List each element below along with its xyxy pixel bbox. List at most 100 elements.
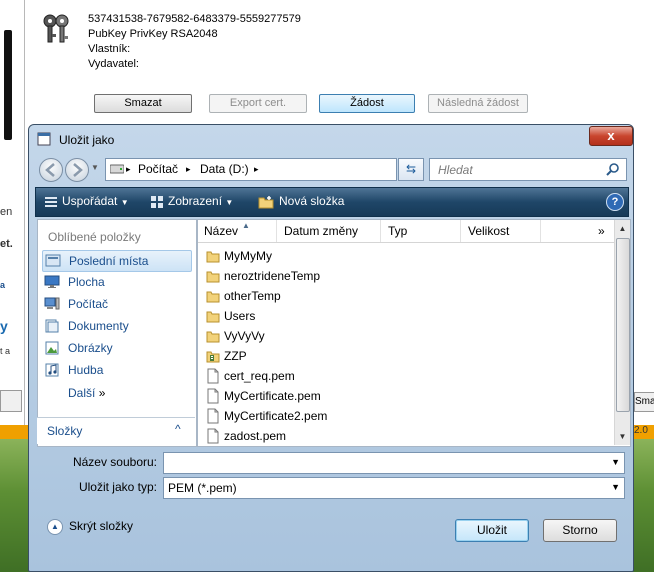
file-list-pane: Název ▲ Datum změny Typ Velikost » MyMyM… bbox=[197, 219, 631, 447]
delete-button[interactable]: Smazat bbox=[94, 94, 192, 113]
views-icon bbox=[151, 196, 163, 208]
file-name: otherTemp bbox=[224, 289, 281, 303]
left-fragment-5: t a bbox=[0, 346, 11, 356]
nav-item-label: Plocha bbox=[68, 275, 105, 289]
filetype-label: Uložit jako typ: bbox=[78, 480, 157, 494]
parent-side-graphic bbox=[4, 30, 12, 140]
refresh-button[interactable]: ⇆ bbox=[398, 158, 424, 181]
nav-item-computer[interactable]: Počítač bbox=[42, 294, 190, 314]
folders-label: Složky bbox=[47, 424, 83, 438]
file-row[interactable]: ZZP bbox=[202, 346, 602, 366]
close-button[interactable]: x bbox=[589, 126, 633, 146]
export-cert-button[interactable]: Export cert. bbox=[209, 94, 307, 113]
column-header-date[interactable]: Datum změny bbox=[284, 224, 358, 238]
file-name: neroztrideneTemp bbox=[224, 269, 321, 283]
forward-arrow-icon bbox=[73, 163, 83, 177]
parent-left-button[interactable] bbox=[0, 390, 22, 412]
folders-toggle-bar[interactable]: Složky ^ bbox=[37, 417, 195, 444]
column-separator[interactable] bbox=[276, 220, 277, 242]
new-folder-button[interactable]: Nová složka bbox=[279, 194, 344, 208]
file-row[interactable]: Users bbox=[202, 306, 602, 326]
organize-label: Uspořádat bbox=[62, 194, 118, 208]
search-icon[interactable] bbox=[606, 162, 620, 176]
left-fragment-3: a bbox=[0, 280, 6, 290]
orange-bar-fragment: 2.0 bbox=[634, 425, 648, 436]
save-as-dialog: Uložit jako x ▼ ▸ Počítač ▸ Data (D:) ▸ … bbox=[28, 124, 634, 572]
nav-item-pictures[interactable]: Obrázky bbox=[42, 338, 190, 358]
file-name: MyCertificate.pem bbox=[224, 389, 321, 403]
organize-button[interactable]: Uspořádat ▼ bbox=[62, 194, 129, 208]
folder-icon bbox=[206, 251, 220, 263]
pictures-icon bbox=[45, 341, 59, 355]
nav-item-desktop[interactable]: Plocha bbox=[42, 272, 190, 292]
organize-icon bbox=[45, 197, 57, 207]
dialog-titlebar[interactable]: Uložit jako x bbox=[29, 125, 633, 153]
breadcrumb-data-drive[interactable]: Data (D:) bbox=[200, 162, 249, 176]
forward-button[interactable] bbox=[65, 158, 89, 182]
back-button[interactable] bbox=[39, 158, 63, 182]
filetype-value: PEM (*.pem) bbox=[168, 481, 237, 495]
breadcrumb-separator[interactable]: ▸ bbox=[186, 164, 191, 175]
navigation-pane: Oblíbené položky Poslední místa Plocha P… bbox=[37, 219, 197, 447]
nav-item-music[interactable]: Hudba bbox=[42, 360, 190, 380]
address-bar[interactable]: ▸ Počítač ▸ Data (D:) ▸ ▼ bbox=[105, 158, 455, 181]
scroll-down-icon[interactable]: ▼ bbox=[617, 432, 628, 441]
refresh-icon: ⇆ bbox=[405, 162, 417, 176]
file-row[interactable]: otherTemp bbox=[202, 286, 602, 306]
folder-icon bbox=[206, 291, 220, 303]
column-header-name[interactable]: Název ▲ bbox=[204, 221, 250, 238]
folder-icon bbox=[206, 311, 220, 323]
chevron-down-icon[interactable]: ▼ bbox=[611, 482, 620, 492]
scrollbar-thumb[interactable] bbox=[616, 238, 630, 412]
search-input[interactable]: Hledat bbox=[429, 158, 627, 181]
file-row[interactable]: cert_req.pem bbox=[202, 366, 602, 386]
left-fragment-4: y bbox=[0, 318, 8, 334]
file-row[interactable]: MyCertificate.pem bbox=[202, 386, 602, 406]
cancel-button[interactable]: Storno bbox=[543, 519, 617, 542]
vertical-scrollbar[interactable]: ▲ ▼ bbox=[614, 220, 630, 445]
file-name: Users bbox=[224, 309, 256, 323]
folder-icon bbox=[206, 331, 220, 343]
filetype-select[interactable]: PEM (*.pem) ▼ bbox=[163, 477, 625, 499]
dialog-title: Uložit jako bbox=[59, 133, 115, 147]
drive-icon bbox=[110, 164, 124, 174]
chevron-up-icon: ^ bbox=[175, 422, 181, 436]
nav-item-documents[interactable]: Dokumenty bbox=[42, 316, 190, 336]
nav-more-link[interactable]: Další » bbox=[68, 386, 105, 400]
next-request-button[interactable]: Následná žádost bbox=[428, 94, 528, 113]
breadcrumb-separator[interactable]: ▸ bbox=[254, 164, 259, 175]
file-row[interactable]: MyMyMy bbox=[202, 246, 602, 266]
breadcrumb-computer[interactable]: Počítač bbox=[138, 162, 178, 176]
parent-right-button-fragment[interactable]: Sma bbox=[634, 392, 654, 412]
close-icon: x bbox=[607, 128, 615, 143]
column-separator[interactable] bbox=[460, 220, 461, 242]
favorites-header: Oblíbené položky bbox=[48, 230, 141, 244]
file-row[interactable]: zadost.pem bbox=[202, 426, 602, 446]
nav-item-recent-places[interactable]: Poslední místa bbox=[42, 250, 192, 272]
scroll-up-icon[interactable]: ▲ bbox=[617, 224, 628, 233]
more-columns-icon[interactable]: » bbox=[598, 224, 605, 238]
nav-item-label: Hudba bbox=[68, 363, 104, 377]
column-separator[interactable] bbox=[540, 220, 541, 242]
file-row[interactable]: VyVyVy bbox=[202, 326, 602, 346]
file-name: MyMyMy bbox=[224, 249, 272, 263]
file-row[interactable]: MyCertificate2.pem bbox=[202, 406, 602, 426]
column-header-type[interactable]: Typ bbox=[388, 224, 407, 238]
file-name: zadost.pem bbox=[224, 429, 287, 443]
filename-field[interactable]: ▼ bbox=[163, 452, 625, 474]
history-dropdown-icon[interactable]: ▼ bbox=[91, 163, 99, 172]
help-icon[interactable]: ? bbox=[606, 193, 624, 211]
file-icon bbox=[207, 388, 219, 404]
file-name: VyVyVy bbox=[224, 329, 265, 343]
column-separator[interactable] bbox=[380, 220, 381, 242]
views-button[interactable]: Zobrazení ▼ bbox=[168, 194, 233, 208]
cert-key-info: PubKey PrivKey RSA2048 bbox=[88, 28, 218, 40]
breadcrumb-separator[interactable]: ▸ bbox=[126, 164, 131, 175]
request-button[interactable]: Žádost bbox=[319, 94, 415, 113]
column-header-size[interactable]: Velikost bbox=[468, 224, 509, 238]
file-row[interactable]: neroztrideneTemp bbox=[202, 266, 602, 286]
chevron-down-icon[interactable]: ▼ bbox=[611, 457, 620, 467]
save-button[interactable]: Uložit bbox=[455, 519, 529, 542]
nav-item-label: Počítač bbox=[68, 297, 109, 311]
zip-folder-icon bbox=[206, 351, 220, 363]
